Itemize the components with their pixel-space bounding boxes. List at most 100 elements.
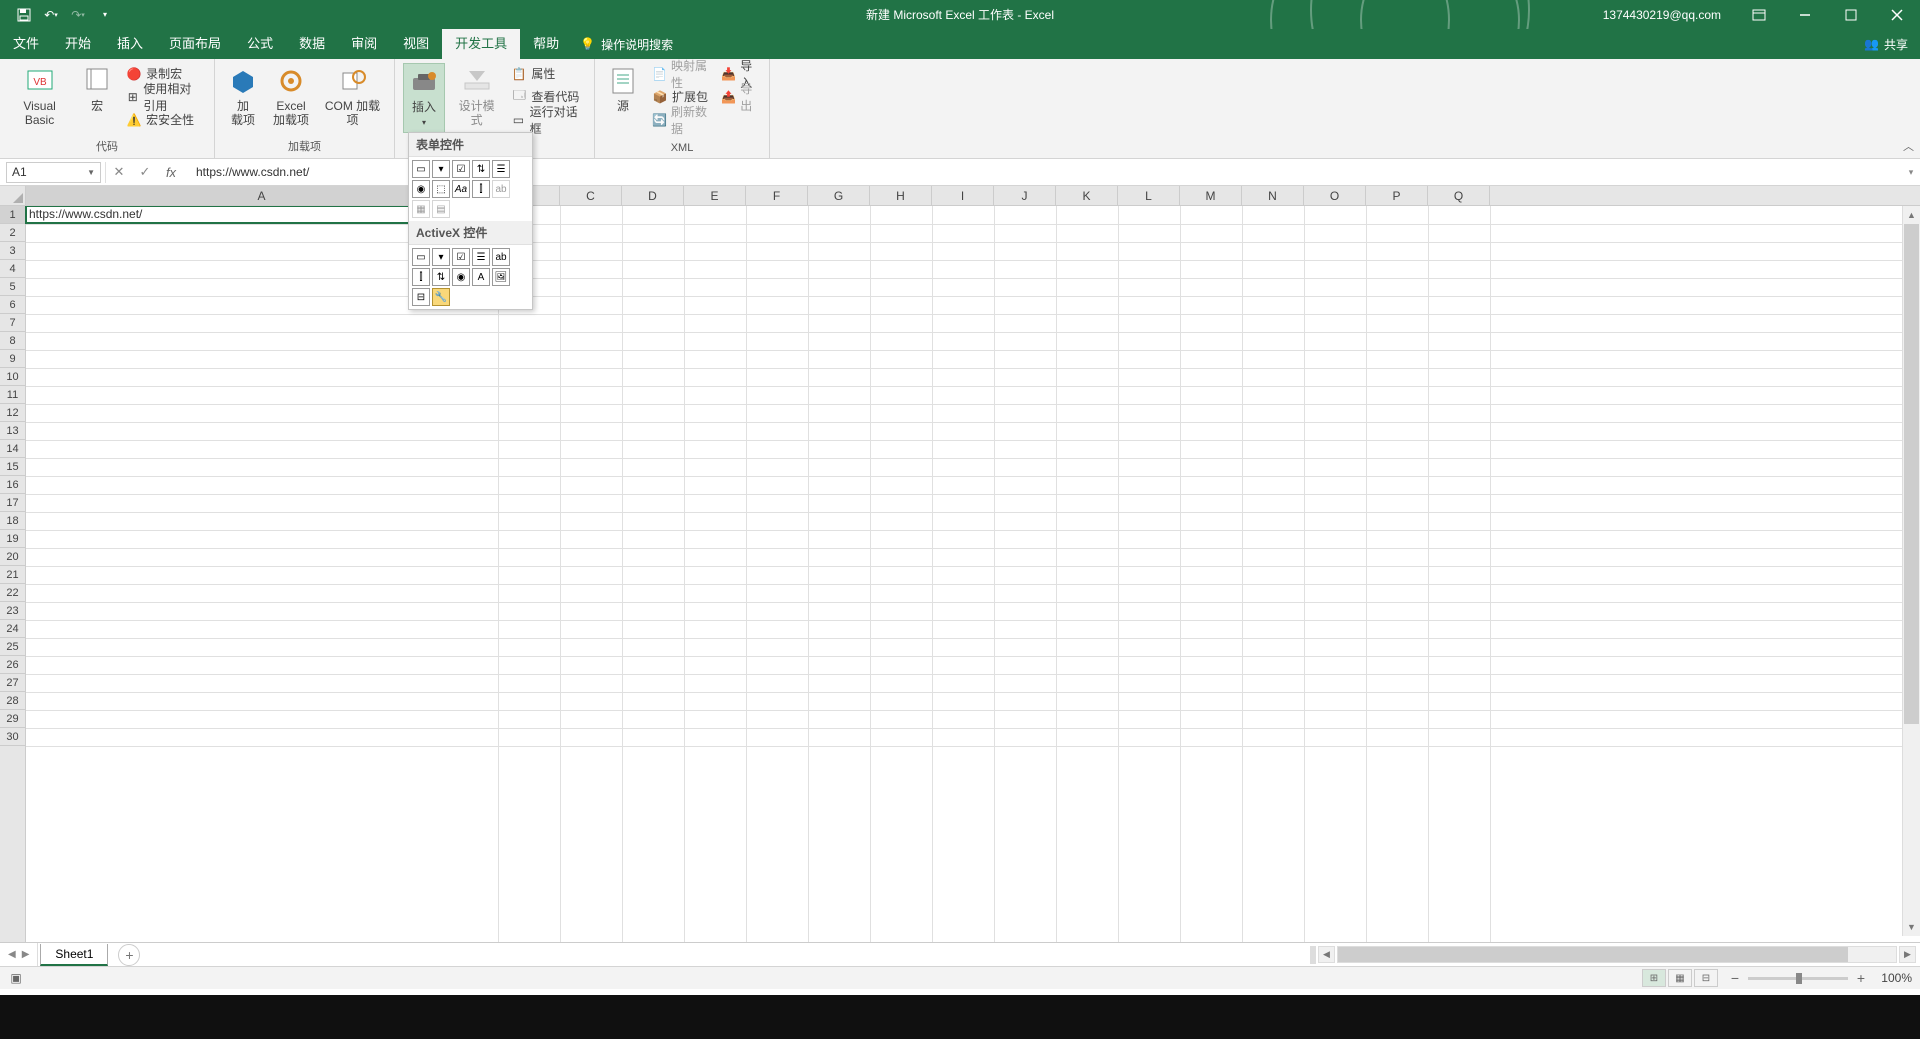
- row-header-14[interactable]: 14: [0, 440, 25, 458]
- com-addins-icon-button[interactable]: 加 载项: [223, 63, 263, 129]
- scroll-down-button[interactable]: ▼: [1903, 918, 1920, 936]
- row-header-26[interactable]: 26: [0, 656, 25, 674]
- zoom-slider-thumb[interactable]: [1796, 973, 1802, 984]
- row-header-4[interactable]: 4: [0, 260, 25, 278]
- xml-source-button[interactable]: 源: [603, 63, 643, 115]
- ax-scrollbar[interactable]: ⫿: [412, 268, 430, 286]
- collapse-ribbon-button[interactable]: ︿: [1903, 138, 1914, 154]
- col-header-E[interactable]: E: [684, 186, 746, 205]
- row-header-30[interactable]: 30: [0, 728, 25, 746]
- col-header-D[interactable]: D: [622, 186, 684, 205]
- row-header-21[interactable]: 21: [0, 566, 25, 584]
- col-header-L[interactable]: L: [1118, 186, 1180, 205]
- map-properties-button[interactable]: 📄映射属性: [649, 63, 712, 84]
- row-header-11[interactable]: 11: [0, 386, 25, 404]
- menu-tab-开始[interactable]: 开始: [52, 29, 104, 59]
- menu-tab-审阅[interactable]: 审阅: [338, 29, 390, 59]
- col-header-Q[interactable]: Q: [1428, 186, 1490, 205]
- formula-expand-button[interactable]: ▾: [1902, 167, 1920, 178]
- form-spinner[interactable]: ⇅: [472, 160, 490, 178]
- ax-listbox[interactable]: ☰: [472, 248, 490, 266]
- form-combo2[interactable]: ▦: [412, 200, 430, 218]
- ax-textbox[interactable]: ab: [492, 248, 510, 266]
- form-edit[interactable]: ▤: [432, 200, 450, 218]
- user-email[interactable]: 1374430219@qq.com: [1603, 8, 1721, 22]
- col-header-C[interactable]: C: [560, 186, 622, 205]
- ax-option[interactable]: ◉: [452, 268, 470, 286]
- menu-tab-开发工具[interactable]: 开发工具: [442, 29, 520, 59]
- col-header-O[interactable]: O: [1304, 186, 1366, 205]
- menu-tab-帮助[interactable]: 帮助: [520, 29, 572, 59]
- macros-button[interactable]: 宏: [77, 63, 117, 115]
- visual-basic-button[interactable]: VB Visual Basic: [8, 63, 71, 129]
- menu-tab-文件[interactable]: 文件: [0, 29, 52, 59]
- tell-me-search[interactable]: 💡 操作说明搜索: [572, 36, 673, 53]
- share-button[interactable]: 👥 共享: [1864, 36, 1908, 53]
- row-header-16[interactable]: 16: [0, 476, 25, 494]
- com-addins-button[interactable]: COM 加载项: [319, 63, 386, 129]
- row-header-22[interactable]: 22: [0, 584, 25, 602]
- properties-button[interactable]: 📋属性: [508, 63, 586, 84]
- menu-tab-视图[interactable]: 视图: [390, 29, 442, 59]
- enter-formula-button[interactable]: ✓: [132, 162, 158, 183]
- view-pagebreak-button[interactable]: ⊟: [1694, 969, 1718, 987]
- view-normal-button[interactable]: ⊞: [1642, 969, 1666, 987]
- sheet-nav-prev[interactable]: ◀: [8, 949, 16, 960]
- view-pagelayout-button[interactable]: ▦: [1668, 969, 1692, 987]
- hscroll-left-button[interactable]: ◀: [1318, 946, 1335, 963]
- qat-customize[interactable]: ▾: [96, 6, 114, 24]
- row-header-27[interactable]: 27: [0, 674, 25, 692]
- row-header-2[interactable]: 2: [0, 224, 25, 242]
- zoom-slider[interactable]: [1748, 977, 1848, 980]
- maximize-button[interactable]: [1828, 0, 1874, 29]
- ax-toggle[interactable]: ⊟: [412, 288, 430, 306]
- zoom-in-button[interactable]: +: [1854, 970, 1868, 986]
- row-header-28[interactable]: 28: [0, 692, 25, 710]
- select-all-button[interactable]: [0, 186, 26, 205]
- form-checkbox[interactable]: ☑: [452, 160, 470, 178]
- close-button[interactable]: [1874, 0, 1920, 29]
- form-groupbox[interactable]: ⬚: [432, 180, 450, 198]
- zoom-out-button[interactable]: −: [1728, 970, 1742, 986]
- export-button[interactable]: 📤导出: [718, 86, 761, 107]
- col-header-M[interactable]: M: [1180, 186, 1242, 205]
- insert-control-button[interactable]: 插入▾: [403, 63, 445, 133]
- row-header-25[interactable]: 25: [0, 638, 25, 656]
- redo-button[interactable]: ↷ ▾: [69, 6, 87, 24]
- row-header-29[interactable]: 29: [0, 710, 25, 728]
- run-dialog-button[interactable]: ▭运行对话框: [508, 109, 586, 130]
- ribbon-options-button[interactable]: [1736, 0, 1782, 29]
- col-header-H[interactable]: H: [870, 186, 932, 205]
- design-mode-button[interactable]: 设计模式: [451, 63, 502, 129]
- menu-tab-插入[interactable]: 插入: [104, 29, 156, 59]
- col-header-K[interactable]: K: [1056, 186, 1118, 205]
- row-header-15[interactable]: 15: [0, 458, 25, 476]
- scroll-up-button[interactable]: ▲: [1903, 206, 1920, 224]
- menu-tab-公式[interactable]: 公式: [234, 29, 286, 59]
- row-header-1[interactable]: 1: [0, 206, 25, 224]
- zoom-percentage[interactable]: 100%: [1874, 971, 1912, 985]
- form-listbox[interactable]: ☰: [492, 160, 510, 178]
- row-header-3[interactable]: 3: [0, 242, 25, 260]
- row-header-6[interactable]: 6: [0, 296, 25, 314]
- row-header-7[interactable]: 7: [0, 314, 25, 332]
- row-header-24[interactable]: 24: [0, 620, 25, 638]
- cells-area[interactable]: https://www.csdn.net/: [26, 206, 1920, 942]
- menu-tab-数据[interactable]: 数据: [286, 29, 338, 59]
- vertical-scrollbar[interactable]: ▲ ▼: [1902, 206, 1920, 936]
- hscroll-thumb[interactable]: [1338, 947, 1848, 962]
- ax-checkbox[interactable]: ☑: [452, 248, 470, 266]
- row-header-23[interactable]: 23: [0, 602, 25, 620]
- excel-addins-button[interactable]: Excel 加载项: [269, 63, 313, 129]
- ax-more-controls[interactable]: 🔧: [432, 288, 450, 306]
- row-header-18[interactable]: 18: [0, 512, 25, 530]
- ax-label[interactable]: A: [472, 268, 490, 286]
- undo-button[interactable]: ↶ ▾: [42, 6, 60, 24]
- form-textfield[interactable]: ab: [492, 180, 510, 198]
- hscroll-resize-handle[interactable]: [1310, 946, 1316, 964]
- form-combo[interactable]: ▾: [432, 160, 450, 178]
- insert-function-button[interactable]: fx: [158, 162, 184, 183]
- col-header-F[interactable]: F: [746, 186, 808, 205]
- form-option[interactable]: ◉: [412, 180, 430, 198]
- row-header-9[interactable]: 9: [0, 350, 25, 368]
